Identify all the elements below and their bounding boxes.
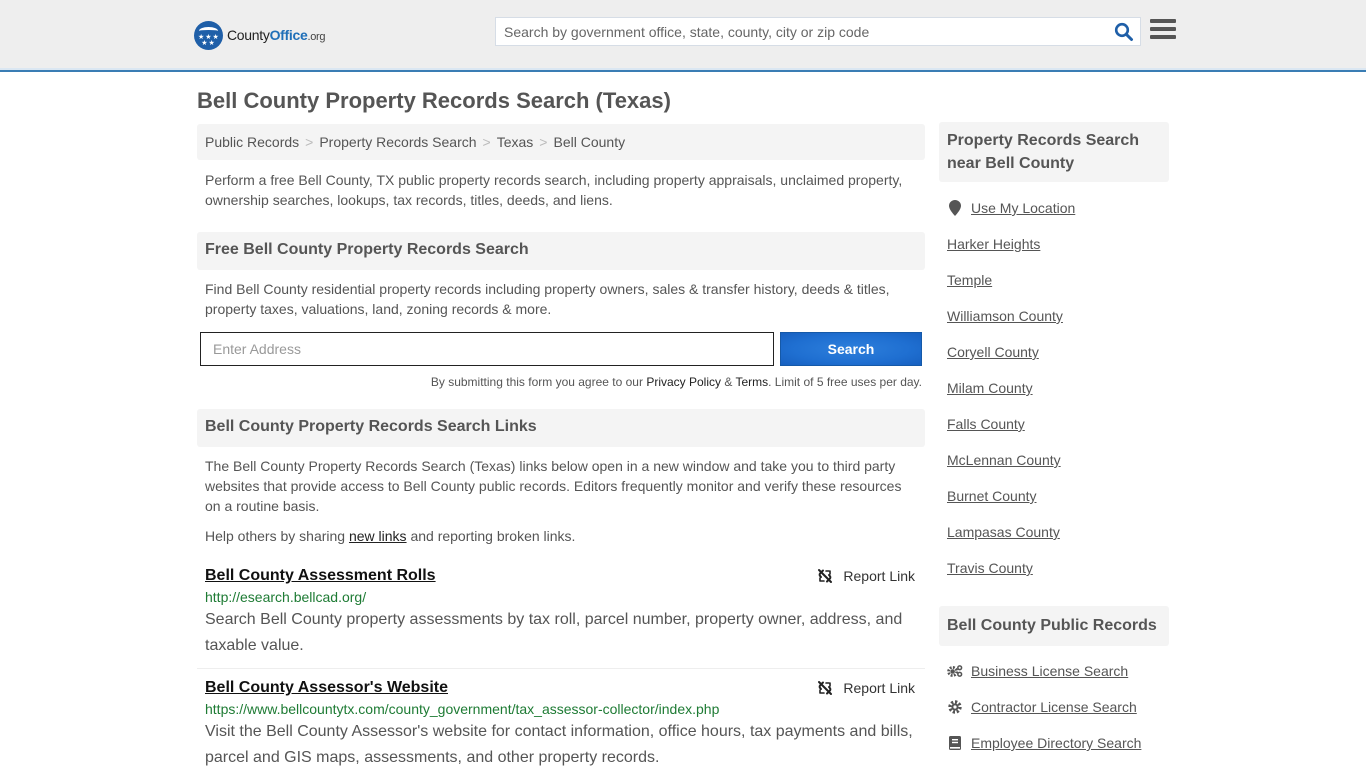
- nearby-item: Burnet County: [947, 478, 1161, 514]
- privacy-policy-link[interactable]: Privacy Policy: [646, 375, 721, 389]
- breadcrumb-separator: >: [305, 134, 314, 150]
- hamburger-menu-icon[interactable]: [1150, 19, 1176, 43]
- help-text: Help others by sharing new links and rep…: [205, 528, 576, 544]
- logo-text: CountyOffice.org: [227, 27, 326, 43]
- terms-link[interactable]: Terms: [735, 375, 768, 389]
- nearby-item: Falls County: [947, 406, 1161, 442]
- nearby-list: Use My Location Harker Heights Temple Wi…: [939, 190, 1169, 586]
- nearby-link-lampasas-county[interactable]: Lampasas County: [947, 524, 1060, 540]
- nearby-item: Travis County: [947, 550, 1161, 586]
- resource-link-title[interactable]: Bell County Assessment Rolls: [205, 567, 436, 584]
- intro-text: Perform a free Bell County, TX public pr…: [205, 172, 903, 208]
- nearby-item: Williamson County: [947, 298, 1161, 334]
- nearby-item: Coryell County: [947, 334, 1161, 370]
- resource-link-url[interactable]: http://esearch.bellcad.org/: [205, 589, 917, 605]
- site-search-input[interactable]: [496, 18, 1096, 45]
- nearby-link-williamson-county[interactable]: Williamson County: [947, 308, 1063, 324]
- address-search-form: Search: [197, 332, 925, 366]
- public-records-list: Business License Search Contractor Licen…: [939, 653, 1169, 761]
- breadcrumb-separator: >: [482, 134, 491, 150]
- search-icon[interactable]: [1114, 22, 1134, 42]
- nearby-item: Harker Heights: [947, 226, 1161, 262]
- nearby-heading: Property Records Search near Bell County: [939, 122, 1169, 182]
- book-icon: [947, 736, 963, 750]
- employee-directory-search-link[interactable]: Employee Directory Search: [971, 735, 1141, 751]
- nearby-link-milam-county[interactable]: Milam County: [947, 380, 1033, 396]
- nearby-link-harker-heights[interactable]: Harker Heights: [947, 236, 1040, 252]
- address-input[interactable]: [200, 332, 774, 366]
- divider: [197, 668, 925, 669]
- resource-link-item: Bell County Assessment Rolls Report Link…: [197, 567, 925, 659]
- gear-icon: [947, 700, 963, 714]
- use-location-item: Use My Location: [947, 190, 1161, 226]
- logo-eagle-icon: ★★★ ★★: [194, 20, 223, 50]
- main-content: Public Records > Property Records Search > T…: [197, 124, 925, 771]
- resource-link-description: Search Bell County property assessments …: [205, 611, 903, 654]
- breadcrumb-texas[interactable]: Texas: [497, 134, 534, 150]
- page-title: Bell County Property Records Search (Tex…: [197, 88, 671, 113]
- sidebar: Property Records Search near Bell County…: [939, 122, 1169, 761]
- links-section-description: The Bell County Property Records Search …: [205, 458, 902, 514]
- public-records-heading: Bell County Public Records: [939, 606, 1169, 646]
- nearby-link-temple[interactable]: Temple: [947, 272, 992, 288]
- site-header: ★★★ ★★ CountyOffice.org: [0, 0, 1366, 72]
- nearby-item: McLennan County: [947, 442, 1161, 478]
- site-logo[interactable]: ★★★ ★★ CountyOffice.org: [194, 20, 326, 50]
- broken-link-icon: [818, 569, 833, 583]
- nearby-link-travis-county[interactable]: Travis County: [947, 560, 1033, 576]
- free-search-description: Find Bell County residential property re…: [205, 281, 890, 317]
- nearby-item: Lampasas County: [947, 514, 1161, 550]
- terms-notice: By submitting this form you agree to our…: [430, 375, 922, 389]
- nearby-link-falls-county[interactable]: Falls County: [947, 416, 1025, 432]
- public-record-item: Contractor License Search: [947, 689, 1161, 725]
- site-search: [495, 17, 1141, 46]
- public-record-item: Employee Directory Search: [947, 725, 1161, 761]
- map-marker-icon: [947, 200, 963, 216]
- resource-link-url[interactable]: https://www.bellcountytx.com/county_gove…: [205, 701, 917, 717]
- public-record-item: Business License Search: [947, 653, 1161, 689]
- business-license-search-link[interactable]: Business License Search: [971, 663, 1128, 679]
- nearby-item: Milam County: [947, 370, 1161, 406]
- links-section-heading: Bell County Property Records Search Link…: [197, 409, 925, 447]
- report-link-button[interactable]: Report Link: [817, 680, 915, 696]
- resource-link-item: Bell County Assessor's Website Report Li…: [197, 679, 925, 771]
- breadcrumb-public-records[interactable]: Public Records: [205, 134, 299, 150]
- cogs-icon: [947, 664, 963, 678]
- nearby-item: Temple: [947, 262, 1161, 298]
- breadcrumb-property-records-search[interactable]: Property Records Search: [319, 134, 476, 150]
- address-search-button[interactable]: Search: [780, 332, 922, 366]
- report-link-button[interactable]: Report Link: [817, 568, 915, 584]
- resource-link-description: Visit the Bell County Assessor's website…: [205, 723, 913, 766]
- use-my-location-link[interactable]: Use My Location: [971, 200, 1075, 216]
- breadcrumb-separator: >: [539, 134, 548, 150]
- new-links-link[interactable]: new links: [349, 528, 407, 544]
- nearby-link-mclennan-county[interactable]: McLennan County: [947, 452, 1061, 468]
- contractor-license-search-link[interactable]: Contractor License Search: [971, 699, 1137, 715]
- free-search-heading: Free Bell County Property Records Search: [197, 232, 925, 270]
- breadcrumb: Public Records > Property Records Search > T…: [197, 124, 925, 160]
- breadcrumb-bell-county[interactable]: Bell County: [553, 134, 625, 150]
- resource-link-title[interactable]: Bell County Assessor's Website: [205, 679, 448, 696]
- broken-link-icon: [818, 681, 833, 695]
- nearby-link-burnet-county[interactable]: Burnet County: [947, 488, 1037, 504]
- nearby-link-coryell-county[interactable]: Coryell County: [947, 344, 1039, 360]
